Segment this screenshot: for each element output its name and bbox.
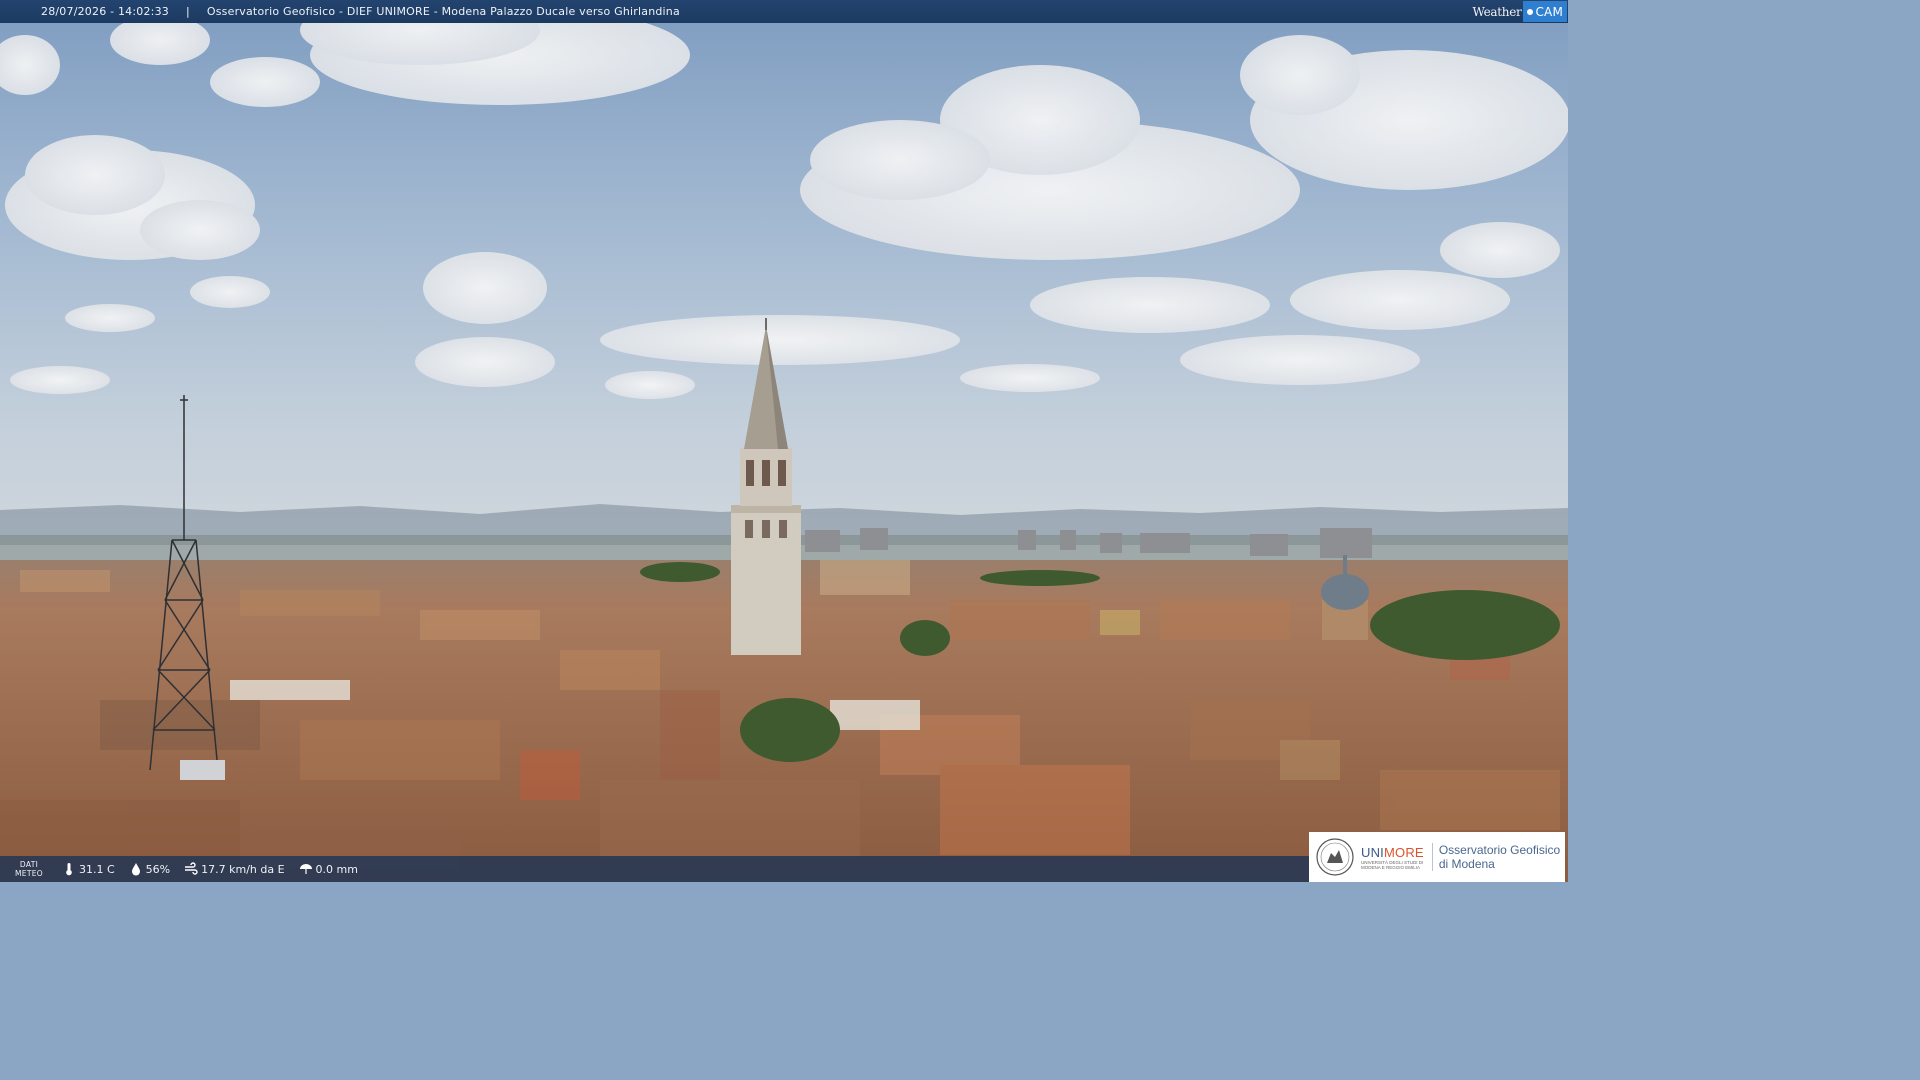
weather-data-bar: DATI METEO 31.1 C 56% 17.7 km/h da E 0.0… bbox=[0, 856, 1310, 882]
temperature-value: 31.1 C bbox=[79, 862, 115, 876]
weathercam-logo-cam: CAM bbox=[1523, 1, 1567, 22]
humidity-reading: 56% bbox=[129, 862, 170, 876]
camera-title: Osservatorio Geofisico - DIEF UNIMORE - … bbox=[206, 5, 680, 18]
humidity-icon bbox=[131, 863, 140, 876]
rain-value: 0.0 mm bbox=[315, 862, 358, 876]
weathercam-logo-weather: Weather bbox=[1472, 4, 1522, 19]
weather-label-line2: METEO bbox=[15, 869, 43, 878]
observatory-line2: di Modena bbox=[1438, 857, 1495, 871]
observatory-name: Osservatorio Geofisico di Modena bbox=[1431, 843, 1561, 871]
title-bar: 28/07/2026 - 14:02:33 | Osservatorio Geo… bbox=[0, 0, 1568, 23]
antenna-equipment bbox=[180, 760, 225, 780]
unimore-name: UNIMORE bbox=[1361, 845, 1424, 860]
wind-icon bbox=[185, 862, 198, 875]
timestamp: 28/07/2026 - 14:02:33 bbox=[41, 5, 169, 18]
wind-reading: 17.7 km/h da E bbox=[184, 862, 285, 876]
observatory-line1: Osservatorio Geofisico bbox=[1438, 843, 1561, 857]
unimore-logo: UNIMORE UNIVERSITÀ DEGLI STUDI DI MODENA… bbox=[1309, 832, 1565, 882]
rain-icon bbox=[299, 864, 312, 874]
webcam-frame: 28/07/2026 - 14:02:33 | Osservatorio Geo… bbox=[0, 0, 1568, 882]
thermometer-icon bbox=[66, 863, 72, 876]
unimore-name-more: MORE bbox=[1384, 844, 1424, 860]
weathercam-dot-icon bbox=[1527, 8, 1534, 15]
wind-value: 17.7 km/h da E bbox=[201, 862, 285, 876]
unimore-seal-icon bbox=[1316, 838, 1354, 876]
webcam-image bbox=[0, 0, 1568, 882]
unimore-name-uni: UNI bbox=[1361, 844, 1384, 860]
weather-label-line1: DATI bbox=[19, 860, 39, 869]
rain-reading: 0.0 mm bbox=[299, 862, 358, 876]
weathercam-cam-text: CAM bbox=[1535, 4, 1563, 19]
weathercam-logo: Weather CAM bbox=[1473, 0, 1568, 23]
weather-data-label: DATI METEO bbox=[10, 860, 48, 878]
unimore-subtitle-2: MODENA E REGGIO EMILIA bbox=[1361, 864, 1421, 870]
unimore-name-block: UNIMORE UNIVERSITÀ DEGLI STUDI DI MODENA… bbox=[1361, 845, 1424, 870]
humidity-value: 56% bbox=[145, 862, 171, 876]
temperature-reading: 31.1 C bbox=[62, 862, 115, 876]
separator: | bbox=[185, 5, 190, 18]
